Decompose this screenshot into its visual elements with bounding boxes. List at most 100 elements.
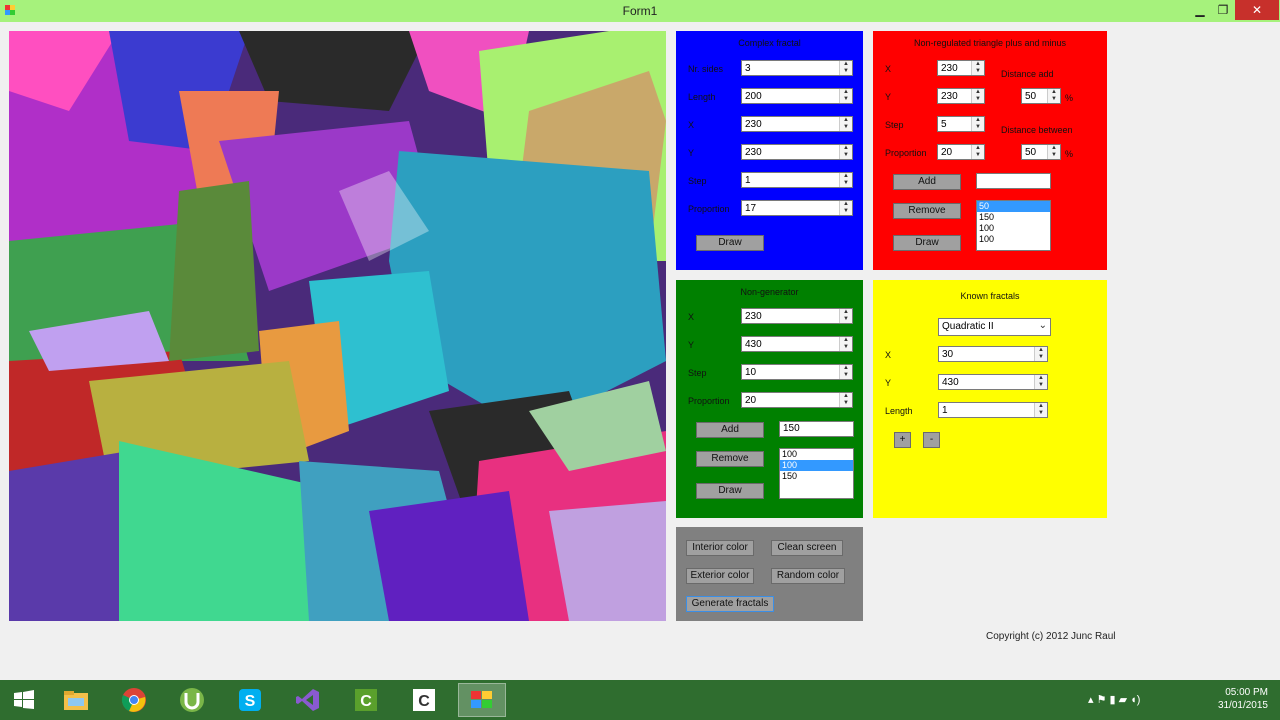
y-spinner[interactable]: ▲▼: [937, 88, 985, 104]
triangle-panel: Non-regulated triangle plus and minus X …: [873, 31, 1107, 270]
spinner-arrows-icon[interactable]: ▲ ▼: [839, 89, 852, 103]
close-button[interactable]: ✕: [1235, 0, 1279, 20]
utorrent-icon[interactable]: [168, 683, 216, 717]
x-spinner[interactable]: ▲▼: [937, 60, 985, 76]
minus-button[interactable]: -: [923, 432, 940, 448]
length-input[interactable]: [742, 89, 838, 103]
y-input[interactable]: [742, 145, 838, 159]
spinner-arrows-icon[interactable]: ▲ ▼: [839, 393, 852, 407]
spinner-arrows-icon[interactable]: ▲ ▼: [1034, 375, 1047, 389]
remove-button[interactable]: Remove: [696, 451, 764, 467]
spinner-arrows-icon[interactable]: ▲ ▼: [839, 309, 852, 323]
proportion-input[interactable]: [742, 201, 838, 215]
draw-button[interactable]: Draw: [696, 235, 764, 251]
list-item[interactable]: 50: [977, 201, 1050, 212]
maximize-button[interactable]: ❐: [1209, 0, 1237, 20]
spinner-arrows-icon[interactable]: ▲ ▼: [971, 117, 984, 131]
x-input[interactable]: [742, 117, 838, 131]
nr-sides-spinner[interactable]: ▲▼: [741, 60, 853, 76]
remove-button[interactable]: Remove: [893, 203, 961, 219]
values-listbox[interactable]: 100 100 150: [779, 448, 854, 499]
step-input[interactable]: [742, 365, 838, 379]
x-spinner[interactable]: ▲▼: [741, 308, 853, 324]
fractal-canvas[interactable]: [9, 31, 666, 621]
start-icon[interactable]: [0, 683, 48, 717]
clean-screen-button[interactable]: Clean screen: [771, 540, 843, 556]
draw-button[interactable]: Draw: [696, 483, 764, 499]
list-item[interactable]: 150: [977, 212, 1050, 223]
proportion-spinner[interactable]: ▲▼: [741, 200, 853, 216]
spinner-arrows-icon[interactable]: ▲ ▼: [839, 145, 852, 159]
y-spinner[interactable]: ▲▼: [938, 374, 1048, 390]
x-input[interactable]: [939, 347, 1033, 361]
skype-icon[interactable]: S: [226, 683, 274, 717]
step-input[interactable]: [742, 173, 838, 187]
add-button[interactable]: Add: [696, 422, 764, 438]
distance-between-input[interactable]: [1022, 145, 1046, 159]
y-input[interactable]: [938, 89, 970, 103]
interior-color-button[interactable]: Interior color: [686, 540, 754, 556]
distance-between-spinner[interactable]: ▲▼: [1021, 144, 1061, 160]
fractal-app-icon[interactable]: [458, 683, 506, 717]
camtasia-icon[interactable]: C: [342, 683, 390, 717]
y-input[interactable]: [742, 337, 838, 351]
file-explorer-icon[interactable]: [52, 683, 100, 717]
y-spinner[interactable]: ▲▼: [741, 336, 853, 352]
list-item[interactable]: 100: [977, 234, 1050, 245]
add-button[interactable]: Add: [893, 174, 961, 190]
list-item[interactable]: 100: [977, 223, 1050, 234]
fractal-type-select[interactable]: Quadratic II ⌄: [938, 318, 1051, 336]
clock[interactable]: 05:00 PM 31/01/2015: [1218, 686, 1268, 712]
draw-button[interactable]: Draw: [893, 235, 961, 251]
plus-button[interactable]: +: [894, 432, 911, 448]
proportion-spinner[interactable]: ▲▼: [937, 144, 985, 160]
value-input[interactable]: [976, 173, 1051, 189]
spinner-arrows-icon[interactable]: ▲ ▼: [1034, 403, 1047, 417]
nr-sides-input[interactable]: [742, 61, 838, 75]
x-input[interactable]: [742, 309, 838, 323]
generate-fractals-button[interactable]: Generate fractals: [686, 596, 774, 612]
spinner-arrows-icon[interactable]: ▲ ▼: [839, 337, 852, 351]
spinner-arrows-icon[interactable]: ▲ ▼: [839, 365, 852, 379]
spinner-arrows-icon[interactable]: ▲ ▼: [839, 117, 852, 131]
x-spinner[interactable]: ▲▼: [938, 346, 1048, 362]
spinner-arrows-icon[interactable]: ▲ ▼: [839, 201, 852, 215]
length-input[interactable]: [939, 403, 1033, 417]
exterior-color-button[interactable]: Exterior color: [686, 568, 754, 584]
proportion-input[interactable]: [938, 145, 970, 159]
proportion-spinner[interactable]: ▲▼: [741, 392, 853, 408]
spinner-arrows-icon[interactable]: ▲ ▼: [1047, 89, 1060, 103]
spinner-arrows-icon[interactable]: ▲ ▼: [1034, 347, 1047, 361]
field-label: Y: [688, 340, 695, 350]
x-input[interactable]: [938, 61, 970, 75]
visual-studio-icon[interactable]: [284, 683, 332, 717]
spinner-arrows-icon[interactable]: ▲ ▼: [971, 61, 984, 75]
distance-add-spinner[interactable]: ▲▼: [1021, 88, 1061, 104]
y-spinner[interactable]: ▲▼: [741, 144, 853, 160]
step-input[interactable]: [938, 117, 970, 131]
length-spinner[interactable]: ▲▼: [741, 88, 853, 104]
step-spinner[interactable]: ▲▼: [741, 364, 853, 380]
system-tray-icons[interactable]: ▴ ⚑ ▮ ▰ ◖): [1088, 693, 1140, 706]
spinner-arrows-icon[interactable]: ▲ ▼: [971, 89, 984, 103]
list-item[interactable]: 100: [780, 460, 853, 471]
spinner-arrows-icon[interactable]: ▲ ▼: [1047, 145, 1060, 159]
step-spinner[interactable]: ▲▼: [937, 116, 985, 132]
distance-add-input[interactable]: [1022, 89, 1046, 103]
x-spinner[interactable]: ▲▼: [741, 116, 853, 132]
spinner-arrows-icon[interactable]: ▲ ▼: [839, 61, 852, 75]
camtasia-recorder-icon[interactable]: C: [400, 683, 448, 717]
length-spinner[interactable]: ▲▼: [938, 402, 1048, 418]
values-listbox[interactable]: 50 150 100 100: [976, 200, 1051, 251]
value-input[interactable]: 150: [779, 421, 854, 437]
chrome-icon[interactable]: [110, 683, 158, 717]
y-input[interactable]: [939, 375, 1033, 389]
field-label: X: [885, 64, 892, 74]
spinner-arrows-icon[interactable]: ▲ ▼: [839, 173, 852, 187]
list-item[interactable]: 100: [780, 449, 853, 460]
random-color-button[interactable]: Random color: [771, 568, 845, 584]
proportion-input[interactable]: [742, 393, 838, 407]
list-item[interactable]: 150: [780, 471, 853, 482]
step-spinner[interactable]: ▲▼: [741, 172, 853, 188]
spinner-arrows-icon[interactable]: ▲ ▼: [971, 145, 984, 159]
